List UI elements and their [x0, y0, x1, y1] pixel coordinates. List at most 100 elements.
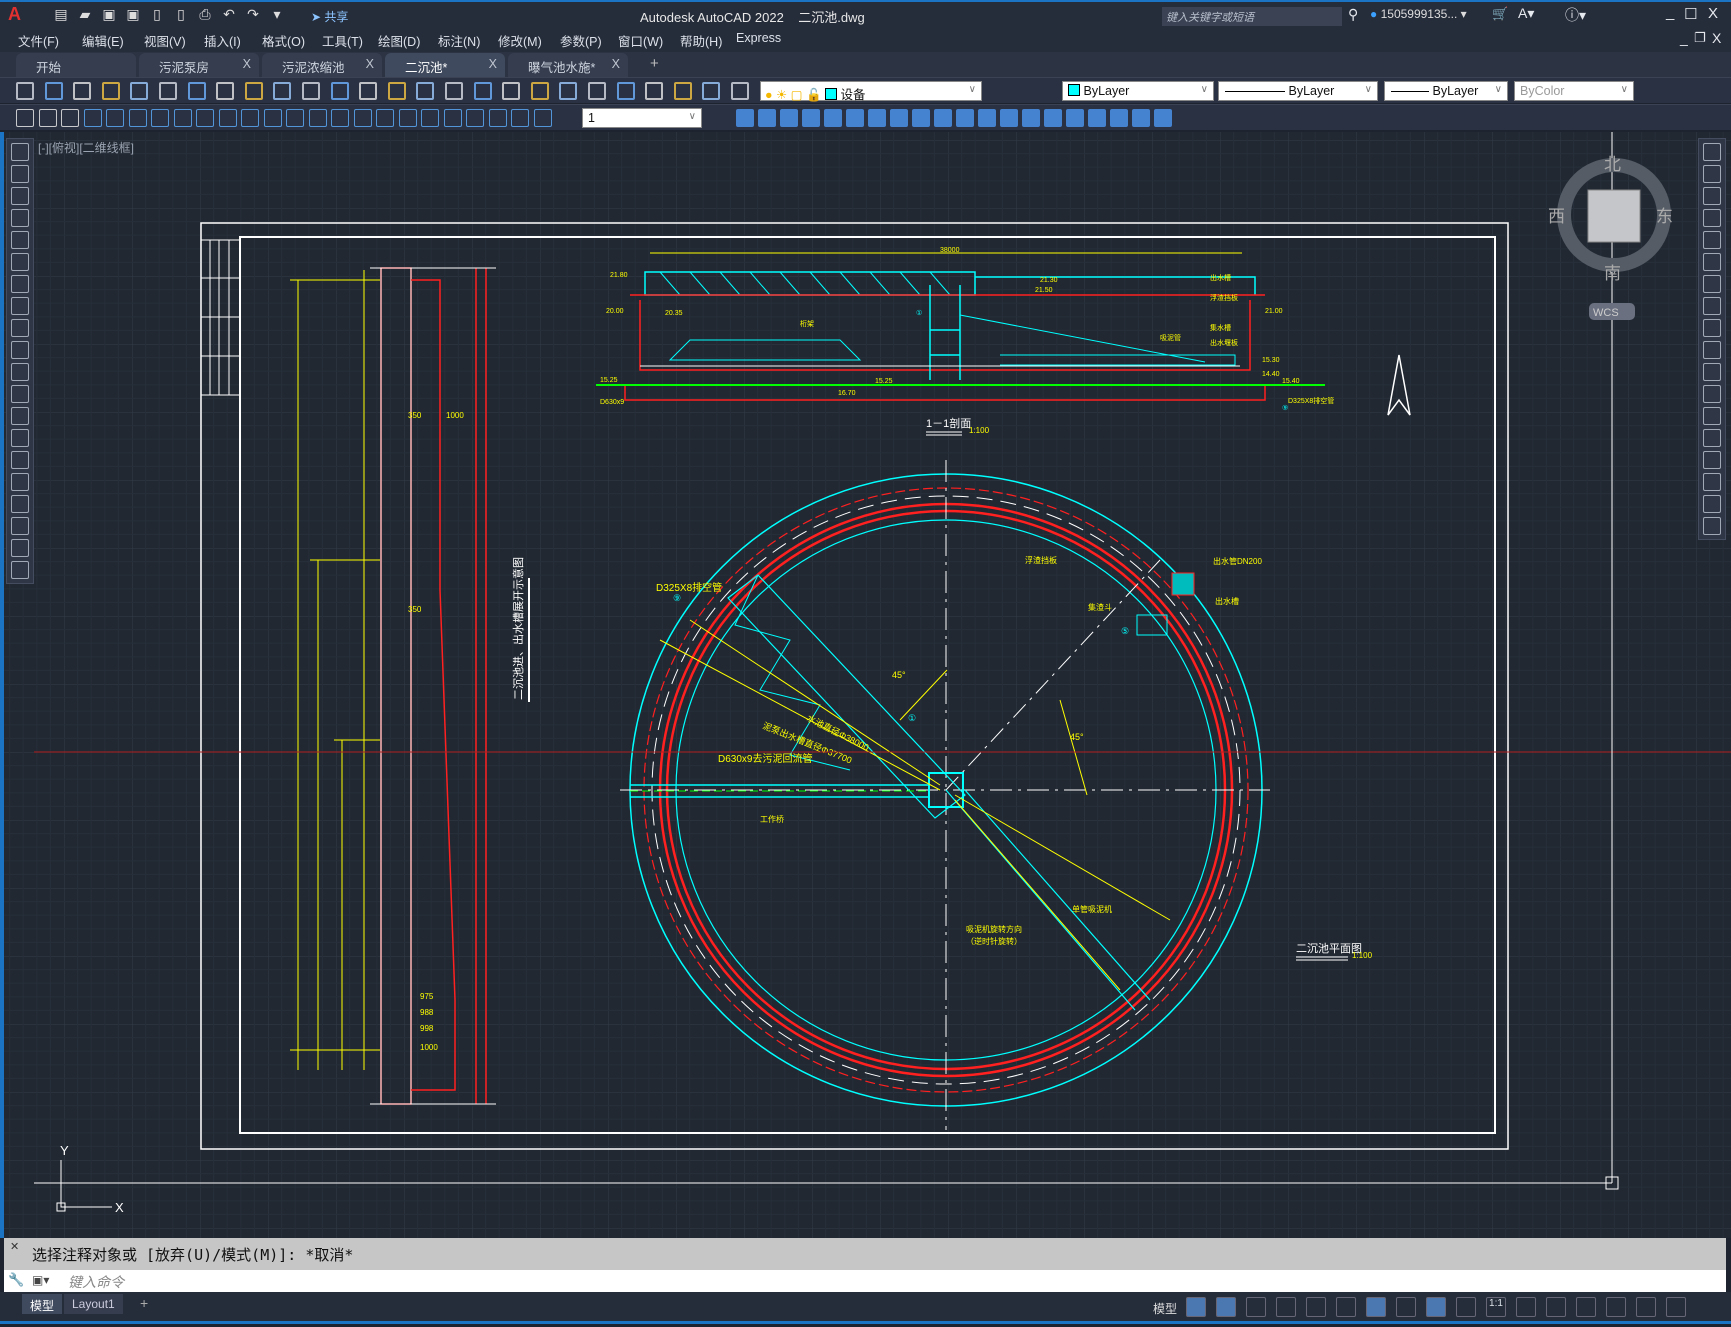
circle-icon[interactable] — [11, 275, 29, 293]
view-tool-icon[interactable] — [1110, 109, 1128, 127]
layer-manager-icon[interactable] — [731, 82, 749, 100]
minimize-button[interactable]: _ — [1666, 4, 1674, 21]
auto-scale-icon[interactable] — [1456, 1297, 1476, 1317]
zoom-previous-icon[interactable] — [502, 82, 521, 100]
design-center-icon[interactable] — [559, 82, 578, 100]
dim-text-edit-icon[interactable] — [488, 109, 507, 127]
aligned-dim-icon[interactable] — [106, 109, 124, 127]
gradient-icon[interactable] — [11, 473, 29, 491]
open-icon[interactable]: ▰ — [76, 6, 94, 22]
doc-minimize-button[interactable]: _ — [1680, 30, 1688, 46]
tolerance-icon[interactable] — [376, 109, 394, 127]
ordinate-icon[interactable] — [151, 109, 169, 127]
point-icon[interactable] — [11, 429, 29, 447]
make-block-icon[interactable] — [11, 407, 29, 425]
dimscale-icon[interactable] — [533, 109, 552, 127]
inspect-icon[interactable] — [421, 109, 439, 127]
tab-close-icon[interactable]: X — [612, 57, 620, 71]
autocad-logo-icon[interactable]: A — [8, 4, 21, 25]
dimscale-dropdown[interactable]: 1 ∨ — [582, 108, 702, 128]
tab-1[interactable]: 污泥泵房 X — [139, 53, 259, 77]
new-tab-button[interactable]: + — [650, 55, 659, 72]
dim-update-icon[interactable] — [511, 109, 529, 127]
lineweight-icon[interactable] — [1396, 1297, 1416, 1317]
angular-icon[interactable] — [241, 109, 259, 127]
view-tool-icon[interactable] — [780, 109, 798, 127]
paste-icon[interactable] — [273, 82, 292, 100]
layout-tab-model[interactable]: 模型 — [22, 1294, 63, 1314]
pan-icon[interactable] — [416, 82, 435, 100]
tab-close-icon[interactable]: X — [489, 57, 497, 71]
insert-block-icon[interactable] — [11, 385, 29, 403]
spline-icon[interactable] — [11, 319, 29, 337]
3d-print-icon[interactable] — [187, 82, 206, 100]
tab-close-icon[interactable]: X — [243, 57, 251, 71]
undo-icon[interactable] — [359, 82, 378, 100]
baseline-icon[interactable] — [286, 109, 304, 127]
ellipse-icon[interactable] — [11, 341, 29, 359]
doc-restore-button[interactable]: ❐ — [1694, 30, 1706, 46]
blend-icon[interactable] — [1703, 495, 1721, 513]
menu-item[interactable]: 文件(F) — [18, 31, 59, 50]
view-tool-icon[interactable] — [1066, 109, 1084, 127]
ortho-icon[interactable] — [1246, 1297, 1266, 1317]
command-close-icon[interactable]: ✕ — [10, 1240, 19, 1253]
help-icon[interactable] — [702, 82, 721, 100]
view-tool-icon[interactable] — [1132, 109, 1150, 127]
dim-style-icon[interactable] — [16, 109, 34, 127]
viewcube-top-face[interactable] — [1587, 189, 1641, 243]
layout-tab-layout1[interactable]: Layout1 — [64, 1294, 123, 1314]
markup-icon[interactable] — [645, 82, 664, 100]
arc-length-icon[interactable] — [128, 109, 147, 127]
explode-icon[interactable] — [1703, 517, 1721, 535]
workspace-icon[interactable] — [1516, 1297, 1536, 1317]
view-tool-icon[interactable] — [824, 109, 842, 127]
viewcube-north[interactable]: 北 — [1604, 155, 1621, 174]
erase-icon[interactable] — [1703, 143, 1721, 161]
close-button[interactable]: X — [1708, 5, 1718, 22]
dim-edit-icon[interactable] — [466, 109, 484, 127]
tool-palette-icon[interactable] — [588, 82, 606, 100]
hatch-icon[interactable] — [11, 451, 29, 469]
open-icon[interactable] — [44, 82, 63, 100]
save-icon[interactable] — [73, 82, 92, 100]
continue-icon[interactable] — [308, 109, 327, 127]
share-button[interactable]: ➤ 共享 — [311, 8, 348, 25]
new-icon[interactable] — [16, 82, 34, 100]
help-icon[interactable]: ⓘ▾ — [1565, 5, 1586, 25]
jogged-icon[interactable] — [196, 109, 214, 127]
plotstyle-dropdown[interactable]: ByColor ∨ — [1514, 81, 1634, 101]
open-web-icon[interactable]: ▯ — [148, 6, 166, 22]
menu-item[interactable]: 格式(O) — [262, 31, 305, 50]
matchprop-icon[interactable] — [302, 82, 320, 100]
polygon-icon[interactable] — [11, 209, 29, 227]
new-icon[interactable]: ▤ — [52, 6, 70, 22]
copy-icon[interactable] — [1703, 165, 1721, 183]
polar-icon[interactable] — [1276, 1297, 1296, 1317]
mirror-icon[interactable] — [1703, 187, 1721, 205]
layer-dropdown[interactable]: ● ☀ ▢ 🔓 设备 ∨ — [760, 81, 982, 102]
tab-0[interactable]: 开始 — [16, 53, 136, 77]
revcloud-icon[interactable] — [11, 297, 29, 315]
add-selected-icon[interactable] — [11, 561, 29, 579]
customize-icon[interactable]: ▾ — [268, 6, 286, 22]
user-account-button[interactable]: ● 1505999135... ▾ — [1370, 7, 1467, 21]
table-icon[interactable] — [11, 517, 29, 535]
view-tool-icon[interactable] — [956, 109, 974, 127]
dim-erase-icon[interactable] — [61, 109, 79, 127]
move-icon[interactable] — [1703, 253, 1721, 271]
view-tool-icon[interactable] — [978, 109, 996, 127]
view-tool-icon[interactable] — [890, 109, 908, 127]
maximize-button[interactable]: ☐ — [1684, 5, 1697, 23]
copy-icon[interactable] — [244, 82, 263, 100]
customize-icon[interactable] — [1666, 1297, 1686, 1317]
menu-item[interactable]: 标注(N) — [438, 31, 480, 50]
plus-icon[interactable] — [1546, 1297, 1566, 1317]
grid-icon[interactable] — [1186, 1297, 1206, 1317]
viewcube-west[interactable]: 西 — [1548, 207, 1565, 226]
rectangle-icon[interactable] — [11, 231, 29, 249]
preview-icon[interactable] — [130, 82, 149, 100]
mtext-icon[interactable] — [11, 539, 29, 557]
quick-properties-icon[interactable] — [1606, 1297, 1626, 1317]
tab-3[interactable]: 二沉池* X — [385, 53, 505, 77]
